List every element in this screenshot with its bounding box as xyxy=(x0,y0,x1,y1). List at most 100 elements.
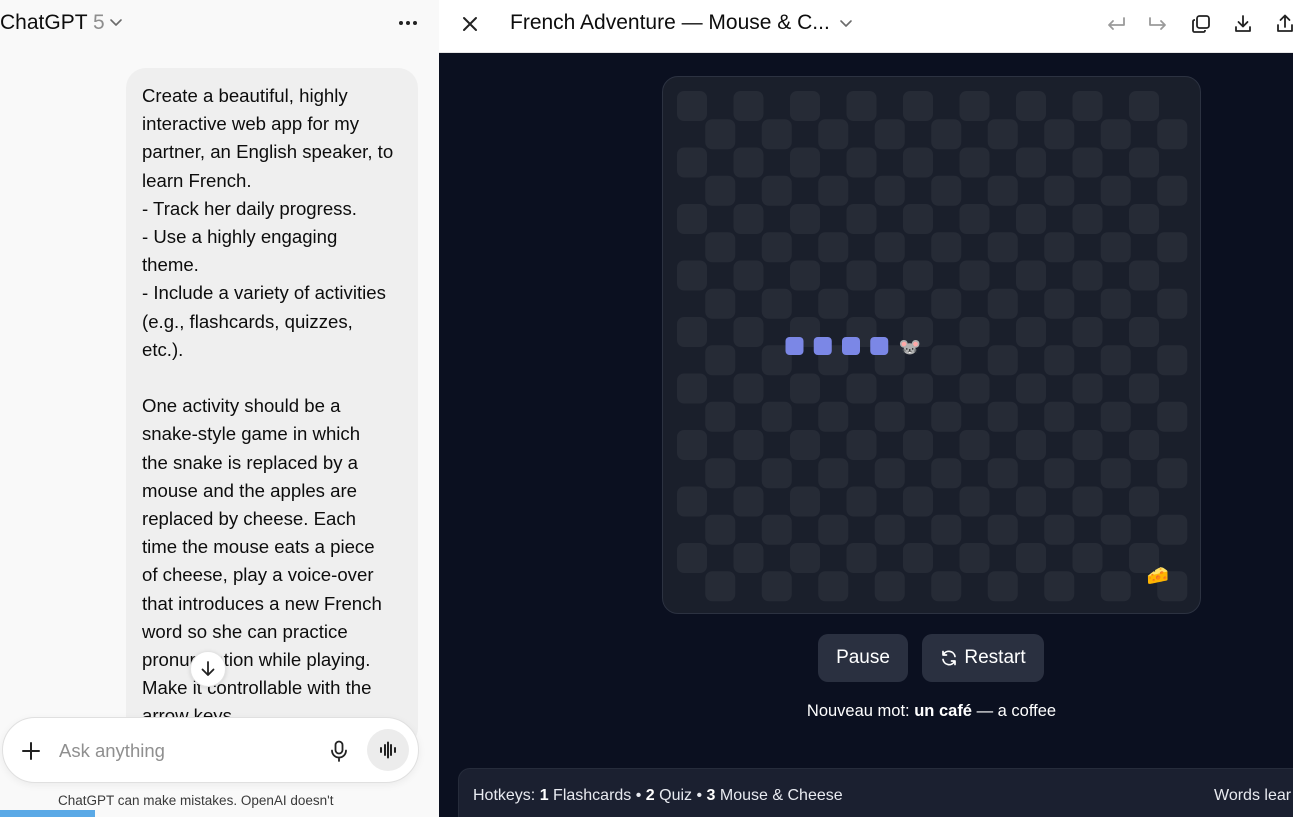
new-word-translation: — a coffee xyxy=(972,702,1057,720)
chevron-down-icon[interactable] xyxy=(108,14,124,30)
hotkey-key: 1 xyxy=(539,787,549,804)
grid-cell xyxy=(705,514,736,545)
grid-cell xyxy=(931,458,962,489)
undo-button[interactable] xyxy=(1104,12,1128,36)
game-board[interactable]: 🐭 🧀 xyxy=(662,76,1201,614)
grid-cell xyxy=(903,147,933,178)
preview-header: French Adventure — Mouse & C... xyxy=(439,0,1293,53)
taskbar-fragment xyxy=(0,810,95,817)
grid-cell xyxy=(1044,175,1075,206)
download-button[interactable] xyxy=(1231,12,1255,36)
grid-cell xyxy=(874,514,905,545)
voice-mode-button[interactable] xyxy=(367,729,409,771)
grid-cell xyxy=(677,147,707,178)
grid-cell xyxy=(874,288,905,319)
grid-cell xyxy=(931,345,962,376)
copy-button[interactable] xyxy=(1189,12,1213,36)
words-learned-counter: Words lear xyxy=(1214,787,1292,804)
grid-cell xyxy=(733,204,764,234)
grid-cell xyxy=(677,91,707,121)
grid-cell xyxy=(1100,514,1131,545)
hotkey-label: Quiz xyxy=(654,787,693,804)
grid-cell xyxy=(1044,514,1075,545)
grid-cell xyxy=(1157,514,1188,545)
more-options-button[interactable] xyxy=(393,8,423,38)
grid-cell xyxy=(874,458,905,489)
grid-cell xyxy=(1129,430,1159,460)
download-icon xyxy=(1235,15,1251,32)
grid-cell xyxy=(818,458,849,489)
grid-cell xyxy=(1100,119,1131,150)
grid-cell xyxy=(677,543,707,573)
grid-cell xyxy=(1129,147,1159,178)
grid-cell xyxy=(1072,260,1103,291)
grid-cell xyxy=(846,486,877,517)
restart-button[interactable]: Restart xyxy=(922,634,1044,682)
prompt-input[interactable] xyxy=(59,736,309,766)
microphone-icon xyxy=(331,740,347,762)
grid-cell xyxy=(790,373,820,404)
grid-cell xyxy=(677,373,707,404)
grid-cell xyxy=(761,232,792,263)
plus-icon xyxy=(22,742,40,760)
grid-cell xyxy=(903,430,933,460)
new-word-line: Nouveau mot: un café — a coffee xyxy=(439,702,1293,721)
grid-cell xyxy=(931,288,962,319)
chevron-down-icon[interactable] xyxy=(838,15,854,31)
grid-cell xyxy=(903,373,933,404)
document-title[interactable]: French Adventure — Mouse & C... xyxy=(510,11,830,35)
arrow-down-icon xyxy=(201,661,215,676)
grid-cell xyxy=(1100,571,1131,602)
grid-cell xyxy=(874,232,905,263)
hotkey-label: Mouse & Cheese xyxy=(715,787,843,804)
grid-cell xyxy=(1157,458,1188,489)
grid-cell xyxy=(959,260,990,291)
redo-icon xyxy=(1149,17,1166,30)
grid-cell xyxy=(1016,260,1046,291)
grid-cell xyxy=(874,175,905,206)
grid-cell xyxy=(1157,288,1188,319)
share-button[interactable] xyxy=(1273,12,1293,36)
refresh-icon xyxy=(942,650,957,666)
grid-cell xyxy=(1100,288,1131,319)
grid-cell xyxy=(733,91,764,121)
grid-cell xyxy=(1044,401,1075,432)
grid-cell xyxy=(846,373,877,404)
grid-cell xyxy=(1044,571,1075,602)
share-icon xyxy=(1277,14,1293,32)
grid-cell xyxy=(818,288,849,319)
grid-cell xyxy=(846,147,877,178)
model-selector[interactable]: ChatGPT 5 xyxy=(0,11,105,35)
grid-cell xyxy=(1016,373,1046,404)
grid-cell xyxy=(1044,458,1075,489)
grid-cell xyxy=(1072,317,1103,347)
grid-cell xyxy=(846,204,877,234)
mouse-head: 🐭 xyxy=(899,337,921,357)
grid-cell xyxy=(903,260,933,291)
snake-body-segment xyxy=(842,337,860,355)
grid-cell xyxy=(959,317,990,347)
pause-button[interactable]: Pause xyxy=(818,634,908,682)
grid-cell xyxy=(1016,147,1046,178)
grid-cell xyxy=(705,458,736,489)
redo-button[interactable] xyxy=(1146,12,1170,36)
grid-cell xyxy=(1129,317,1159,347)
game-grid: 🐭🧀 xyxy=(677,91,1188,602)
dictate-button[interactable] xyxy=(325,737,353,765)
add-attachment-button[interactable] xyxy=(17,737,45,765)
grid-cell xyxy=(790,147,820,178)
scroll-down-button[interactable] xyxy=(190,651,226,687)
new-word-french: un café xyxy=(914,702,972,720)
grid-cell xyxy=(677,204,707,234)
snake-body-segment xyxy=(870,337,889,355)
close-preview-button[interactable] xyxy=(457,11,483,37)
grid-cell xyxy=(931,571,962,602)
grid-cell xyxy=(1157,232,1188,263)
grid-cell xyxy=(790,204,820,234)
grid-cell xyxy=(677,260,707,291)
hotkey-separator: • xyxy=(692,787,707,804)
grid-cell xyxy=(1100,232,1131,263)
model-version: 5 xyxy=(93,11,105,34)
grid-cell xyxy=(705,571,736,602)
grid-cell xyxy=(790,260,820,291)
